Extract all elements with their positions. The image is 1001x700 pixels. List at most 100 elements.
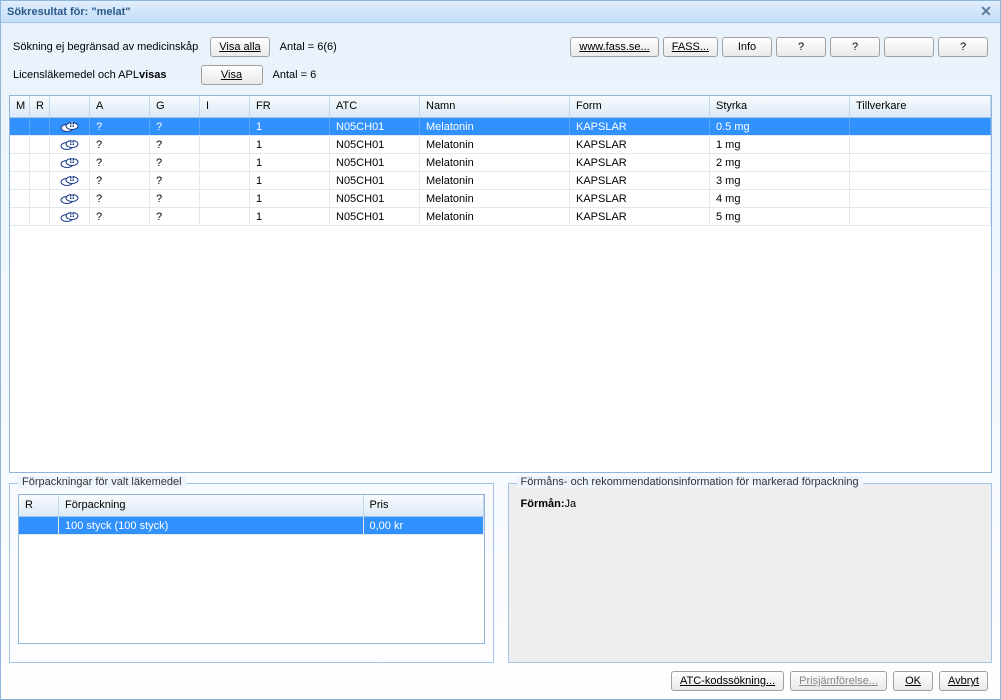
table-row[interactable]: ??1N05CH01MelatoninKAPSLAR5 mg	[10, 208, 991, 226]
filter-label-2-prefix: Licensläkemedel och APL	[13, 69, 139, 81]
table-row[interactable]: ??1N05CH01MelatoninKAPSLAR4 mg	[10, 190, 991, 208]
table-row[interactable]: ??1N05CH01MelatoninKAPSLAR0.5 mg	[10, 118, 991, 136]
footer: ATC-kodssökning... Prisjämförelse... OK …	[9, 663, 992, 693]
table-row[interactable]: ??1N05CH01MelatoninKAPSLAR3 mg	[10, 172, 991, 190]
pack-body[interactable]: 100 styck (100 styck)0,00 kr	[19, 517, 484, 643]
cell-a: ?	[90, 118, 150, 135]
fass-button[interactable]: FASS...	[663, 37, 718, 57]
info-button[interactable]: Info	[722, 37, 772, 57]
help-button-3[interactable]: ?	[938, 37, 988, 57]
cell-namn: Melatonin	[420, 190, 570, 207]
grid-header: M R A G I FR ATC Namn Form Styrka Tillve…	[10, 96, 991, 118]
cell-atc: N05CH01	[330, 136, 420, 153]
help-button-1[interactable]: ?	[776, 37, 826, 57]
col-header-fr[interactable]: FR	[250, 96, 330, 117]
cell-styrka: 5 mg	[710, 208, 850, 225]
help-button-2[interactable]: ?	[830, 37, 880, 57]
cell-styrka: 3 mg	[710, 172, 850, 189]
col-header-namn[interactable]: Namn	[420, 96, 570, 117]
cell-g: ?	[150, 136, 200, 153]
cell-styrka: 2 mg	[710, 154, 850, 171]
pill-icon	[50, 190, 90, 207]
cell-fr: 1	[250, 154, 330, 171]
cell-i	[200, 118, 250, 135]
content-area: Sökning ej begränsad av medicinskåp Visa…	[1, 23, 1000, 699]
pack-cell-price: 0,00 kr	[364, 517, 484, 534]
cell-fr: 1	[250, 190, 330, 207]
cell-tillverkare	[850, 136, 991, 153]
cell-tillverkare	[850, 172, 991, 189]
cell-r	[30, 190, 50, 207]
pack-header: R Förpackning Pris	[19, 495, 484, 517]
benefit-value: Ja	[565, 498, 577, 510]
search-result-window: Sökresultat för: "melat" ✕ Sökning ej be…	[0, 0, 1001, 700]
pack-col-price[interactable]: Pris	[364, 495, 484, 516]
cell-a: ?	[90, 154, 150, 171]
pack-row[interactable]: 100 styck (100 styck)0,00 kr	[19, 517, 484, 535]
benefit-legend: Förmåns- och rekommendationsinformation …	[517, 476, 863, 488]
cell-g: ?	[150, 154, 200, 171]
col-header-icon[interactable]	[50, 96, 90, 117]
close-icon[interactable]: ✕	[978, 4, 994, 20]
cell-fr: 1	[250, 136, 330, 153]
pill-icon	[50, 208, 90, 225]
cell-form: KAPSLAR	[570, 208, 710, 225]
cell-styrka: 0.5 mg	[710, 118, 850, 135]
packages-legend: Förpackningar för valt läkemedel	[18, 476, 186, 488]
count-1: Antal = 6(6)	[280, 41, 337, 53]
col-header-m[interactable]: M	[10, 96, 30, 117]
cell-a: ?	[90, 208, 150, 225]
window-title: Sökresultat för: "melat"	[7, 6, 978, 18]
cell-i	[200, 208, 250, 225]
table-row[interactable]: ??1N05CH01MelatoninKAPSLAR1 mg	[10, 136, 991, 154]
bottom-panels: Förpackningar för valt läkemedel R Förpa…	[9, 483, 992, 663]
cell-r	[30, 136, 50, 153]
titlebar: Sökresultat för: "melat" ✕	[1, 1, 1000, 23]
table-row[interactable]: ??1N05CH01MelatoninKAPSLAR2 mg	[10, 154, 991, 172]
cancel-button[interactable]: Avbryt	[939, 671, 988, 691]
col-header-i[interactable]: I	[200, 96, 250, 117]
atc-search-button[interactable]: ATC-kodssökning...	[671, 671, 784, 691]
col-header-tillverkare[interactable]: Tillverkare	[850, 96, 991, 117]
cell-m	[10, 118, 30, 135]
cell-a: ?	[90, 172, 150, 189]
cell-form: KAPSLAR	[570, 118, 710, 135]
col-header-a[interactable]: A	[90, 96, 150, 117]
price-compare-button[interactable]: Prisjämförelse...	[790, 671, 887, 691]
cell-fr: 1	[250, 118, 330, 135]
col-header-atc[interactable]: ATC	[330, 96, 420, 117]
cell-a: ?	[90, 190, 150, 207]
show-all-button[interactable]: Visa alla	[210, 37, 269, 57]
blank-button[interactable]	[884, 37, 934, 57]
show-button[interactable]: Visa	[201, 65, 263, 85]
cell-m	[10, 154, 30, 171]
benefit-info: Förmån:Ja	[517, 494, 984, 514]
fass-www-button[interactable]: www.fass.se...	[570, 37, 658, 57]
cell-atc: N05CH01	[330, 208, 420, 225]
pack-col-pack[interactable]: Förpackning	[59, 495, 364, 516]
cell-fr: 1	[250, 172, 330, 189]
count-2: Antal = 6	[273, 69, 317, 81]
cell-i	[200, 136, 250, 153]
cell-atc: N05CH01	[330, 190, 420, 207]
cell-namn: Melatonin	[420, 172, 570, 189]
col-header-form[interactable]: Form	[570, 96, 710, 117]
col-header-r[interactable]: R	[30, 96, 50, 117]
pack-col-r[interactable]: R	[19, 495, 59, 516]
cell-m	[10, 208, 30, 225]
cell-fr: 1	[250, 208, 330, 225]
grid-body[interactable]: ??1N05CH01MelatoninKAPSLAR0.5 mg??1N05CH…	[10, 118, 991, 472]
cell-form: KAPSLAR	[570, 190, 710, 207]
ok-button[interactable]: OK	[893, 671, 933, 691]
cell-i	[200, 190, 250, 207]
pack-cell-r	[19, 517, 59, 534]
col-header-styrka[interactable]: Styrka	[710, 96, 850, 117]
pill-icon	[50, 118, 90, 135]
cell-r	[30, 118, 50, 135]
pill-icon	[50, 154, 90, 171]
cell-atc: N05CH01	[330, 118, 420, 135]
cell-g: ?	[150, 190, 200, 207]
cell-m	[10, 172, 30, 189]
packages-grid: R Förpackning Pris 100 styck (100 styck)…	[18, 494, 485, 644]
col-header-g[interactable]: G	[150, 96, 200, 117]
